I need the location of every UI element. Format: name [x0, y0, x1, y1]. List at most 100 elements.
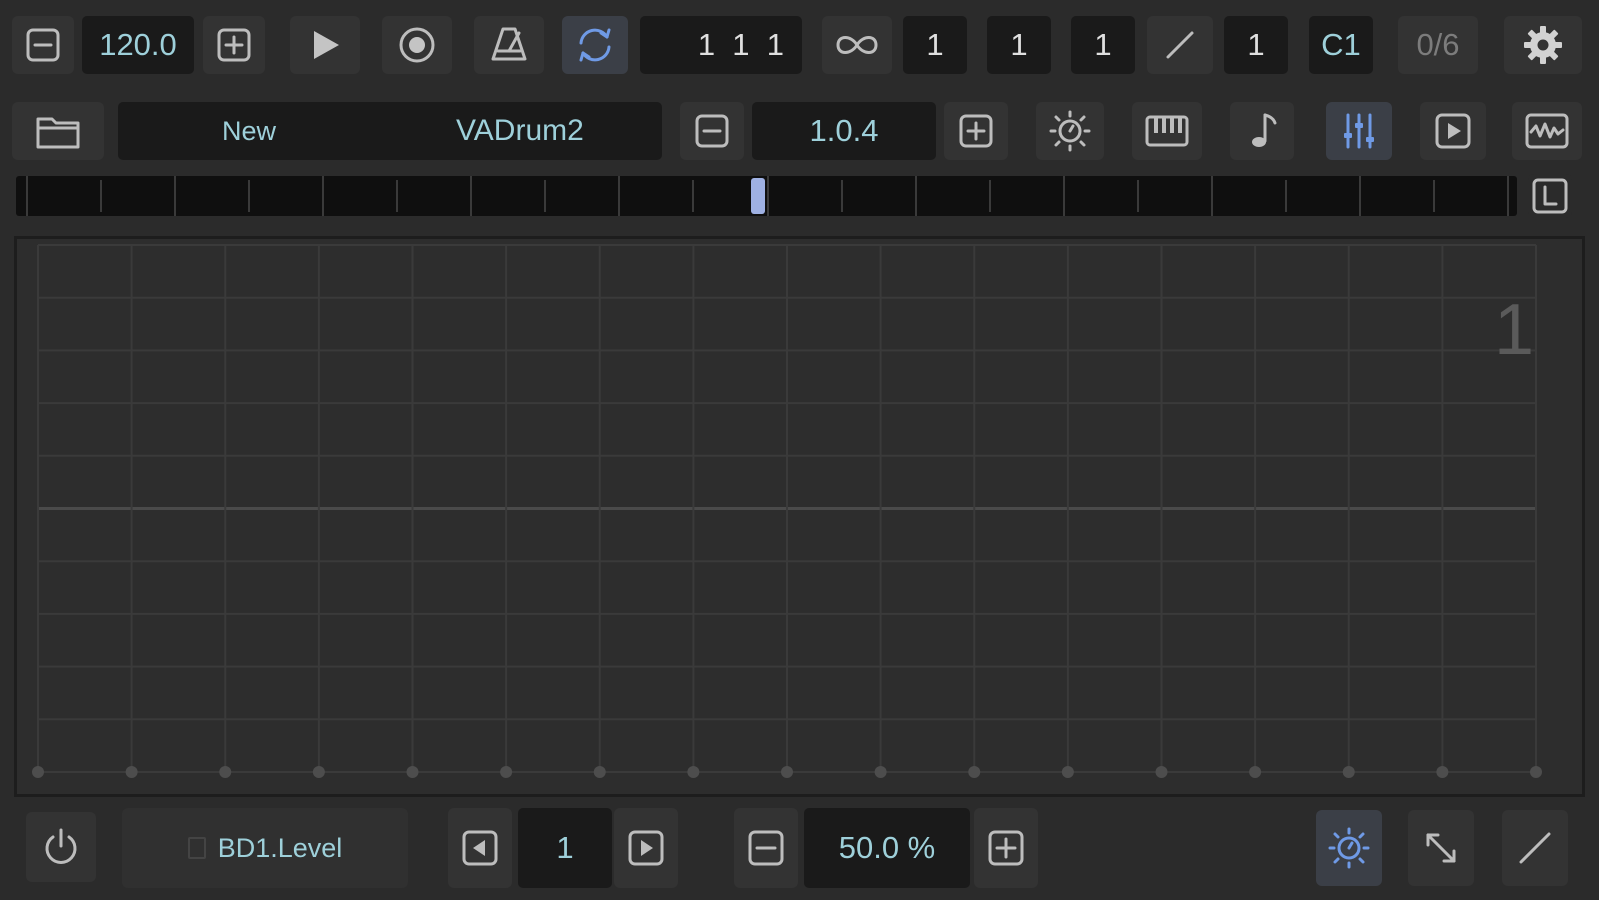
timeline-tick: [248, 180, 251, 212]
step-point[interactable]: [32, 766, 44, 778]
mixer-button[interactable]: [1326, 102, 1392, 160]
preset-name: VADrum2: [456, 114, 584, 147]
sun-button[interactable]: [1036, 102, 1104, 160]
metronome-button[interactable]: [474, 16, 544, 74]
lock-icon: [1532, 178, 1568, 214]
step-next-button[interactable]: [614, 808, 678, 888]
version-field[interactable]: 1.0.4: [752, 102, 936, 160]
timeline-tick: [914, 176, 917, 216]
counter-display: 0/6: [1398, 16, 1478, 74]
automation-editor[interactable]: 1: [14, 236, 1585, 797]
tempo-decrease-button[interactable]: [12, 16, 74, 74]
sun-icon: [1049, 110, 1091, 152]
value-field[interactable]: 50.0 %: [804, 808, 970, 888]
version-increase-button[interactable]: [944, 102, 1008, 160]
record-button[interactable]: [382, 16, 452, 74]
parameter-name: BD1.Level: [217, 832, 343, 863]
step-point[interactable]: [500, 766, 513, 778]
gear-icon: [1524, 26, 1562, 64]
timeline-tick: [1136, 180, 1139, 212]
timeline-scrubber[interactable]: [16, 176, 1517, 216]
arrow-right-icon: [628, 830, 664, 866]
counter-text: 0/6: [1416, 27, 1460, 62]
arrow-left-icon: [462, 830, 498, 866]
waveform-button[interactable]: [1512, 102, 1582, 160]
tempo-field[interactable]: 120.0: [82, 16, 194, 74]
infinite-loop-button[interactable]: [822, 16, 892, 74]
tempo-increase-button[interactable]: [203, 16, 265, 74]
step-point[interactable]: [1530, 766, 1542, 778]
timeline-tick: [988, 180, 991, 212]
step-point[interactable]: [1155, 766, 1168, 778]
step-field[interactable]: 1: [1224, 16, 1288, 74]
piano-icon: [1145, 115, 1189, 147]
position-field[interactable]: 1 1 1: [640, 16, 802, 74]
step-point[interactable]: [219, 766, 232, 778]
timeline-tick: [26, 176, 28, 216]
note-button[interactable]: [1230, 102, 1294, 160]
minus-icon: [695, 114, 729, 148]
lock-button[interactable]: [1528, 174, 1572, 218]
step-point[interactable]: [781, 766, 793, 778]
timeline-tick: [618, 176, 621, 216]
loop-start-field[interactable]: 1: [903, 16, 967, 74]
timeline-tick: [396, 180, 399, 212]
value-decrease-button[interactable]: [734, 808, 798, 888]
timeline-tick: [174, 176, 177, 216]
new-preset-label[interactable]: New: [222, 116, 276, 147]
parameter-selector[interactable]: BD1.Level: [122, 808, 408, 888]
step-point[interactable]: [1249, 766, 1262, 778]
playhead[interactable]: [751, 178, 766, 214]
loop-icon: [579, 28, 611, 62]
plus-icon: [959, 114, 993, 148]
timeline-tick: [470, 176, 473, 216]
note-field[interactable]: C1: [1309, 16, 1373, 74]
preset-display[interactable]: New VADrum2: [118, 102, 662, 160]
step-previous-button[interactable]: [448, 808, 512, 888]
play-button[interactable]: [290, 16, 360, 74]
step-point[interactable]: [874, 766, 887, 778]
timeline-tick: [1432, 180, 1435, 212]
timeline-tick: [1507, 176, 1509, 216]
minus-icon: [748, 830, 784, 866]
loop-length-field[interactable]: 1: [987, 16, 1051, 74]
step-number-field[interactable]: 1: [518, 808, 612, 888]
infinity-icon: [836, 36, 878, 54]
draw-button[interactable]: [1502, 810, 1568, 886]
loop-button[interactable]: [562, 16, 628, 74]
expand-button[interactable]: [1408, 810, 1474, 886]
play-icon: [314, 31, 339, 59]
expand-icon: [1426, 833, 1456, 863]
parameter-lock-icon: [187, 837, 206, 859]
play-box-button[interactable]: [1420, 102, 1486, 160]
step-point[interactable]: [1061, 766, 1074, 778]
auto-button[interactable]: [1316, 810, 1382, 886]
step-point[interactable]: [593, 766, 606, 778]
waveform-icon: [1525, 113, 1569, 149]
step-point[interactable]: [968, 766, 981, 778]
loop-repeat-field[interactable]: 1: [1071, 16, 1135, 74]
step-point[interactable]: [1436, 766, 1449, 778]
timeline-tick: [1358, 176, 1361, 216]
settings-button[interactable]: [1504, 16, 1582, 74]
record-icon: [399, 27, 435, 63]
timeline-tick: [840, 180, 843, 212]
version-decrease-button[interactable]: [680, 102, 744, 160]
step-point[interactable]: [406, 766, 419, 778]
step-point[interactable]: [687, 766, 700, 778]
slash-button[interactable]: [1147, 16, 1213, 74]
minus-icon: [26, 28, 60, 62]
open-folder-button[interactable]: [12, 102, 104, 160]
power-button[interactable]: [26, 812, 96, 882]
value-increase-button[interactable]: [974, 808, 1038, 888]
piano-button[interactable]: [1132, 102, 1202, 160]
step-point[interactable]: [312, 766, 325, 778]
editor-grid[interactable]: [17, 239, 1582, 794]
timeline-tick: [1062, 176, 1065, 216]
slash-icon: [1166, 31, 1194, 59]
step-point[interactable]: [125, 766, 138, 778]
timeline-tick: [1284, 180, 1287, 212]
plus-icon: [988, 830, 1024, 866]
step-point[interactable]: [1342, 766, 1355, 778]
play-box-icon: [1435, 113, 1471, 149]
